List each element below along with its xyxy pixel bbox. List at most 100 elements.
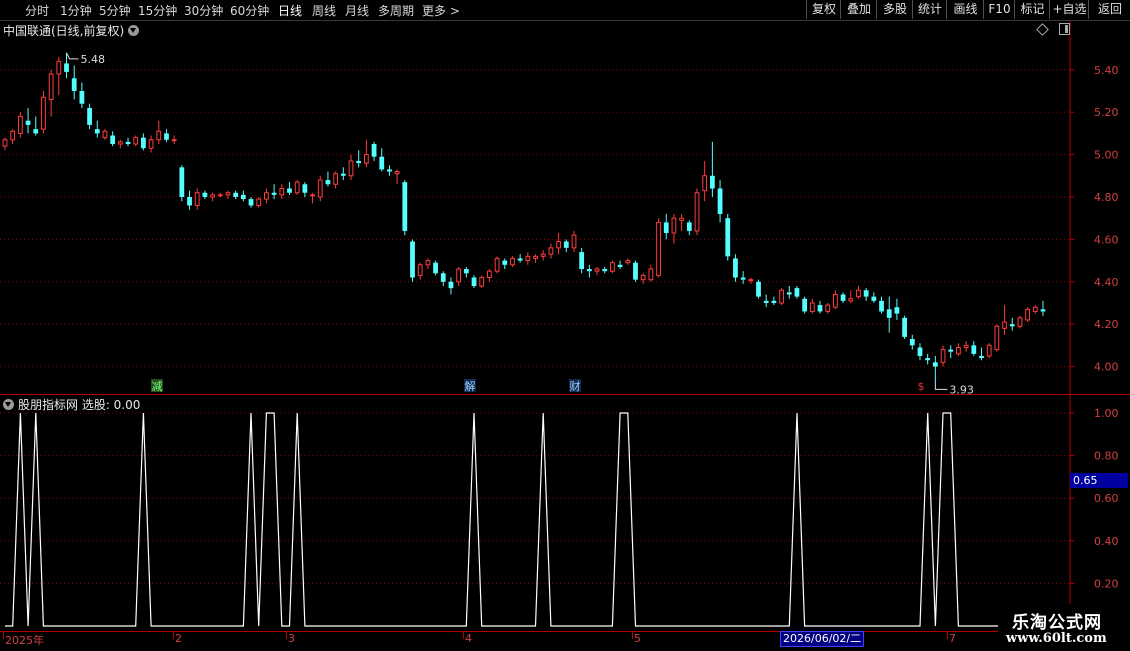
- candle-body-up: [148, 139, 154, 149]
- watermark-url: www.60lt.com: [1006, 631, 1107, 646]
- candle-body-down: [402, 182, 408, 231]
- candle-body-down: [879, 300, 884, 312]
- candle-body-down: [602, 269, 608, 272]
- candle-body-up: [348, 160, 354, 177]
- candle-body-down: [87, 107, 92, 125]
- candle-body-down: [164, 133, 169, 140]
- main-title-text: 中国联通(日线,前复权): [3, 24, 125, 38]
- period-tab[interactable]: 分时: [25, 2, 49, 19]
- period-tab[interactable]: 30分钟: [184, 2, 223, 19]
- time-label: 7: [949, 632, 956, 645]
- candle-body-down: [248, 199, 254, 206]
- candle-body-down: [617, 264, 623, 267]
- candle-body-up: [940, 349, 946, 363]
- candle-body-down: [471, 277, 477, 287]
- y-tick-label: 5.20: [1094, 106, 1119, 119]
- candle-body-down: [563, 241, 569, 248]
- y-tick-label: 5.40: [1094, 64, 1119, 77]
- main-panel-title[interactable]: 中国联通(日线,前复权): [3, 22, 140, 39]
- candle-body-up: [317, 179, 323, 198]
- candle-body-down: [517, 258, 523, 261]
- period-tab[interactable]: 1分钟: [60, 2, 92, 19]
- toolbar-button[interactable]: F10: [983, 0, 1015, 19]
- panel-toggle-icon[interactable]: [1059, 23, 1070, 35]
- candle-body-up: [525, 255, 531, 262]
- candle-body-up: [56, 60, 62, 75]
- candle-body-up: [210, 194, 215, 198]
- panel-controls: [1036, 23, 1070, 37]
- period-tab[interactable]: 日线: [278, 2, 302, 19]
- candle-body-up: [217, 194, 223, 197]
- candle-body-down: [94, 129, 100, 134]
- candle-body-down: [979, 355, 984, 359]
- candle-body-up: [494, 257, 500, 272]
- candle-body-up: [10, 130, 16, 141]
- candle-body-down: [433, 262, 438, 274]
- candle-body-down: [271, 192, 277, 195]
- candle-body-down: [287, 188, 292, 193]
- candle-body-up: [548, 247, 554, 255]
- candle-body-up: [1032, 306, 1038, 312]
- toolbar-button[interactable]: 标记: [1014, 0, 1050, 19]
- candle-body-up: [279, 188, 285, 196]
- candle-body-down: [740, 277, 746, 280]
- diamond-icon[interactable]: [1036, 23, 1049, 36]
- period-tab[interactable]: 15分钟: [138, 2, 177, 19]
- candle-body-up: [256, 198, 262, 206]
- period-tab[interactable]: 60分钟: [230, 2, 269, 19]
- candle-body-down: [786, 292, 792, 295]
- chevron-down-icon[interactable]: [3, 399, 14, 410]
- chevron-down-icon[interactable]: [128, 25, 140, 36]
- toolbar-button[interactable]: 统计: [912, 0, 947, 19]
- candle-body-down: [463, 269, 469, 274]
- candle-body-up: [102, 130, 108, 139]
- candle-body-up: [48, 73, 54, 100]
- candle-body-up: [833, 293, 838, 308]
- period-tab[interactable]: 多周期: [378, 2, 414, 19]
- candle-body-up: [133, 137, 139, 145]
- candle-body-down: [233, 192, 239, 197]
- candle-body-up: [625, 260, 631, 264]
- event-marker: 解: [465, 379, 476, 393]
- candle-body-down: [902, 317, 907, 337]
- candle-body-down: [1040, 309, 1046, 312]
- candle-body-up: [1002, 321, 1007, 329]
- candle-body-down: [725, 218, 731, 257]
- toolbar-button[interactable]: 复权: [806, 0, 841, 19]
- y-tick-label: 1.00: [1094, 407, 1119, 420]
- candle-body-down: [863, 290, 869, 297]
- period-tab[interactable]: 更多 >: [422, 2, 460, 19]
- y-tick-label: 4.60: [1094, 233, 1119, 246]
- candle-body-up: [779, 289, 784, 304]
- candle-body-down: [586, 269, 592, 272]
- indicator-panel-title[interactable]: 股朋指标网 选股: 0.00: [3, 396, 140, 413]
- candle-body-up: [171, 139, 177, 142]
- candle-body-up: [294, 181, 300, 194]
- y-tick-label: 0.20: [1094, 577, 1119, 590]
- time-label: 4: [465, 632, 472, 645]
- candle-body-down: [202, 192, 208, 197]
- indicator-signal-line: [5, 412, 1043, 627]
- period-tab[interactable]: 5分钟: [99, 2, 131, 19]
- candle-body-up: [1017, 317, 1023, 327]
- period-tab[interactable]: 周线: [312, 2, 336, 19]
- high-marker-arrow: [66, 52, 79, 60]
- candle-body-down: [871, 296, 877, 301]
- toolbar-button[interactable]: +自选: [1049, 0, 1089, 19]
- candle-body-up: [656, 221, 661, 276]
- toolbar-button[interactable]: 返回: [1088, 0, 1130, 19]
- toolbar-button[interactable]: 多股: [876, 0, 913, 19]
- candle-body-down: [356, 160, 362, 164]
- candle-body-down: [71, 78, 77, 91]
- candle-body-down: [886, 309, 892, 318]
- toolbar-button[interactable]: 叠加: [840, 0, 877, 19]
- candle-body-down: [179, 167, 185, 197]
- candle-body-up: [986, 344, 992, 357]
- candle-body-up: [748, 279, 754, 282]
- candle-body-down: [932, 362, 938, 367]
- candle-body-down: [794, 288, 800, 297]
- time-axis: 2025年2345672026/06/02/二: [0, 631, 1130, 651]
- period-tab[interactable]: 月线: [345, 2, 369, 19]
- toolbar-button[interactable]: 画线: [946, 0, 984, 19]
- candle-body-down: [240, 194, 246, 200]
